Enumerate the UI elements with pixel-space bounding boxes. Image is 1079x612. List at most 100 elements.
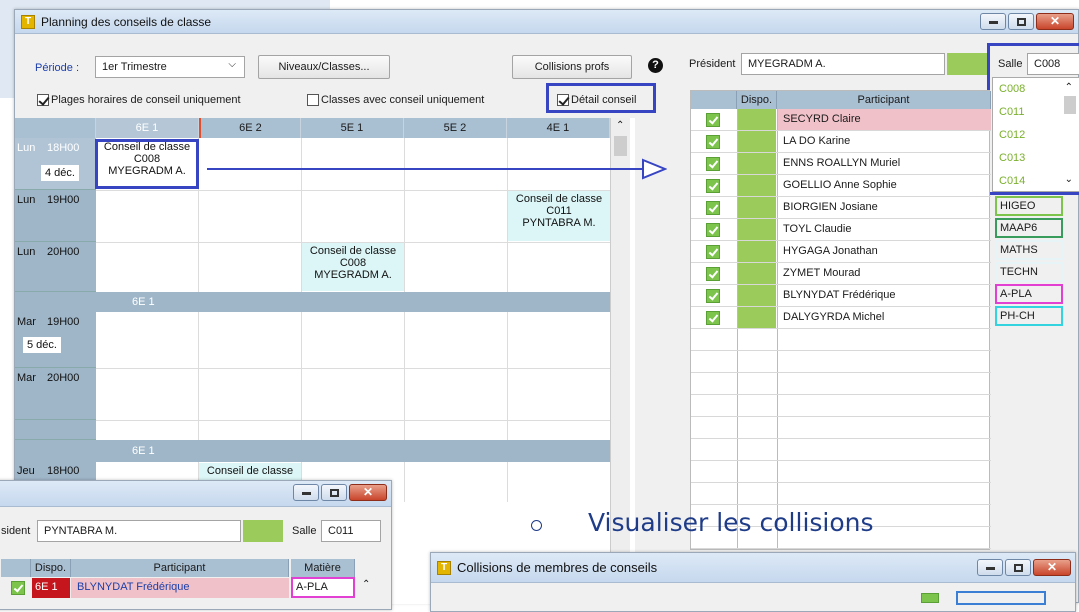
president-color-swatch — [243, 520, 283, 542]
row-header: Mar 19H00 5 déc. — [15, 312, 96, 368]
minimize-button[interactable] — [293, 484, 319, 501]
grid-row-line — [96, 368, 610, 369]
classe-cell: 6E 1 — [32, 578, 70, 598]
classes-checkbox[interactable]: Classes avec conseil uniquement — [307, 94, 484, 107]
maximize-button[interactable] — [321, 484, 347, 501]
conseil-card[interactable]: Conseil de classe C008 MYEGRADM A. — [302, 243, 404, 291]
checkbox-checked-icon[interactable] — [706, 311, 720, 325]
niveaux-classes-button[interactable]: Niveaux/Classes... — [258, 55, 390, 79]
participant-row[interactable]: TOYL Claudie — [691, 219, 991, 241]
participant-row[interactable]: ENNS ROALLYN Muriel — [691, 153, 991, 175]
empty-row — [691, 483, 991, 505]
participant-row[interactable]: SECYRD Claire — [691, 109, 991, 131]
small-window-titlebar: ✕ — [0, 481, 391, 507]
checkbox-checked-icon — [37, 94, 49, 107]
checkbox-checked-icon[interactable] — [706, 289, 720, 303]
row-header — [15, 420, 96, 440]
column-header: 4E 1 — [507, 118, 610, 138]
maximize-button[interactable] — [1005, 559, 1031, 576]
app-icon: T — [21, 14, 35, 29]
checkbox-checked-icon[interactable] — [706, 201, 720, 215]
help-icon[interactable]: ? — [648, 58, 663, 73]
participant-row[interactable]: DALYGYRDA Michel — [691, 307, 991, 329]
president-field[interactable]: PYNTABRA M. — [37, 520, 241, 542]
minimize-button[interactable] — [977, 559, 1003, 576]
scrollbar-thumb[interactable] — [614, 136, 627, 156]
col-dispo-header: Dispo. — [31, 559, 71, 577]
participant-name: SECYRD Claire — [778, 109, 991, 130]
president-color-swatch — [947, 53, 989, 75]
col-participant-header: Participant — [777, 91, 991, 109]
checkbox-checked-icon[interactable] — [706, 179, 720, 193]
chevron-down-icon: ⌵ — [228, 59, 236, 70]
plages-checkbox[interactable]: Plages horaires de conseil uniquement — [37, 94, 241, 107]
participant-row[interactable]: HYGAGA Jonathan — [691, 241, 991, 263]
checkbox-checked-icon[interactable] — [706, 267, 720, 281]
day-separator: 6E 1 — [15, 292, 610, 312]
app-icon: T — [437, 560, 451, 575]
participant-row[interactable]: GOELLIO Anne Sophie — [691, 175, 991, 197]
column-header: 5E 2 — [404, 118, 507, 138]
participant-name: ZYMET Mourad — [783, 267, 861, 279]
participant-row[interactable]: ZYMET Mourad — [691, 263, 991, 285]
checkbox-checked-icon[interactable] — [706, 135, 720, 149]
participant-row[interactable]: LA DO Karine — [691, 131, 991, 153]
window-controls: ✕ — [293, 484, 387, 501]
participant-name: TOYL Claudie — [783, 223, 852, 235]
column-header-empty — [15, 118, 96, 138]
checkbox-checked-icon[interactable] — [706, 113, 720, 127]
matiere-column: HIGEO MAAP6 MATHS TECHN A-PLA PH-CH — [991, 196, 1067, 356]
matiere-cell: A-PLA — [995, 284, 1063, 304]
participant-name: BLYNYDAT Frédérique — [783, 289, 896, 301]
arrow-connector — [207, 158, 667, 180]
row-header: Lun 19H00 — [15, 190, 96, 242]
close-button[interactable]: ✕ — [1036, 13, 1074, 30]
col-check-header — [691, 91, 737, 109]
conseil-card[interactable]: Conseil de classe C011 PYNTABRA M. — [508, 191, 610, 241]
collisions-profs-button[interactable]: Collisions profs — [512, 55, 632, 79]
checkbox-checked-icon[interactable] — [706, 245, 720, 259]
empty-row — [691, 395, 991, 417]
column-header: 6E 1 — [96, 118, 199, 138]
salle-input[interactable]: C011 — [321, 520, 381, 542]
minimize-button[interactable] — [980, 13, 1006, 30]
participant-row[interactable]: BIORGIEN Josiane — [691, 197, 991, 219]
close-button[interactable]: ✕ — [349, 484, 387, 501]
checkbox-checked-icon[interactable] — [706, 223, 720, 237]
participant-row[interactable]: BLYNYDAT Frédérique — [691, 285, 991, 307]
chevron-up-icon: ⌃ — [616, 120, 625, 131]
caption-text: Visualiser les collisions — [588, 508, 874, 537]
checkbox-checked-icon[interactable] — [11, 581, 25, 595]
matiere-cell: HIGEO — [995, 196, 1063, 216]
col-dispo-header: Dispo. — [737, 91, 777, 109]
detail-window-small: ✕ sident PYNTABRA M. Salle C011 Dispo. P… — [0, 480, 392, 610]
maximize-button[interactable] — [1008, 13, 1034, 30]
chevron-up-icon[interactable]: ⌃ — [362, 579, 370, 590]
col-check-header — [1, 559, 31, 577]
row-header: Lun 20H00 — [15, 242, 96, 292]
day-separator: 6E 1 — [15, 440, 610, 462]
salle-label: Salle — [292, 525, 317, 537]
participant-name[interactable]: BLYNYDAT Frédérique — [71, 578, 289, 598]
window-controls: ✕ — [980, 13, 1074, 30]
col-participant-header: Participant — [71, 559, 289, 577]
detail-conseil-highlight — [546, 83, 656, 113]
selected-conseil-highlight — [95, 139, 199, 189]
president-field[interactable]: MYEGRADM A. — [741, 53, 945, 75]
periode-select[interactable]: 1er Trimestre ⌵ — [95, 56, 245, 78]
participant-name: LA DO Karine — [783, 135, 851, 147]
collisions-color-swatch — [921, 593, 939, 603]
collisions-title: Collisions de membres de conseils — [457, 560, 658, 575]
empty-row — [691, 329, 991, 351]
periode-label: Période : — [35, 62, 80, 74]
matiere-cell: MAAP6 — [995, 218, 1063, 238]
close-button[interactable]: ✕ — [1033, 559, 1071, 576]
collisions-titlebar: T Collisions de membres de conseils ✕ — [431, 553, 1075, 583]
empty-row — [691, 351, 991, 373]
checkbox-checked-icon[interactable] — [706, 157, 720, 171]
main-window-title: Planning des conseils de classe — [41, 14, 212, 29]
participants-table: Dispo. Participant SECYRD Claire LA DO K… — [690, 90, 991, 550]
column-header: 6E 2 — [199, 118, 301, 138]
column-header: 5E 1 — [301, 118, 404, 138]
empty-row — [691, 373, 991, 395]
